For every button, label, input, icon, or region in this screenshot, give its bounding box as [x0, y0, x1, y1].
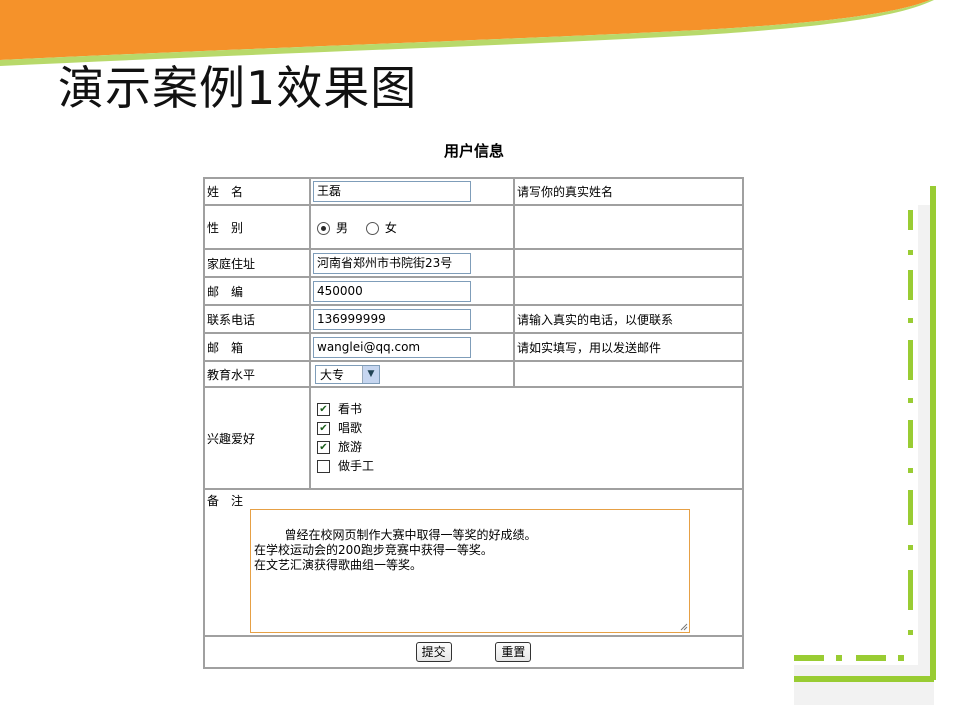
phone-input[interactable]: 136999999	[313, 308, 471, 330]
remarks-label: 备 注	[207, 494, 244, 508]
hint-cell: 请输入真实的电话，以便联系	[514, 305, 743, 333]
value-cell: 男 女	[310, 205, 514, 249]
table-row: 性 别 男 女	[204, 205, 743, 249]
label-cell: 兴趣爱好	[204, 387, 310, 489]
remarks-text: 曾经在校网页制作大赛中取得一等奖的好成绩。 在学校运动会的200跑步竞赛中获得一…	[254, 528, 537, 572]
value-cell: 450000	[310, 277, 514, 305]
list-item: ✔ 看书	[313, 400, 740, 419]
remarks-cell: 备 注 曾经在校网页制作大赛中取得一等奖的好成绩。 在学校运动会的200跑步竞赛…	[204, 489, 743, 636]
education-select[interactable]: 大专 ▼	[315, 364, 380, 384]
bottom-gray-panel	[794, 665, 934, 705]
label-cell: 家庭住址	[204, 249, 310, 277]
education-selected: 大专	[320, 367, 345, 382]
submit-button[interactable]: 提交	[415, 642, 452, 662]
hint-cell	[514, 361, 743, 387]
table-row: 提交 重置	[204, 636, 743, 668]
name-input[interactable]: 王磊	[313, 181, 471, 202]
zip-input[interactable]: 450000	[313, 280, 471, 302]
hobby-label: 唱歌	[338, 421, 363, 435]
table-row: 兴趣爱好 ✔ 看书 ✔ 唱歌 ✔ 旅游 做手工	[204, 387, 743, 489]
hobbies-cell: ✔ 看书 ✔ 唱歌 ✔ 旅游 做手工	[310, 387, 743, 489]
label-cell: 性 别	[204, 205, 310, 249]
hint-cell	[514, 277, 743, 305]
green-bar-right	[930, 186, 936, 680]
chevron-down-icon[interactable]: ▼	[362, 365, 379, 383]
user-info-form: 姓 名 王磊 请写你的真实姓名 性 别 男 女 家庭住址 河南省郑州市书院街23…	[203, 177, 744, 669]
hobby-handicraft-checkbox[interactable]	[317, 460, 330, 473]
hint-cell: 请如实填写，用以发送邮件	[514, 333, 743, 361]
gender-male-radio[interactable]	[317, 221, 330, 235]
table-row: 备 注 曾经在校网页制作大赛中取得一等奖的好成绩。 在学校运动会的200跑步竞赛…	[204, 489, 743, 636]
label-cell: 姓 名	[204, 178, 310, 205]
label-cell: 邮 编	[204, 277, 310, 305]
label-cell: 联系电话	[204, 305, 310, 333]
hobby-label: 旅游	[338, 440, 363, 454]
hobby-singing-checkbox[interactable]: ✔	[317, 422, 330, 435]
green-dashes-vertical	[908, 210, 913, 635]
list-item: ✔ 旅游	[313, 438, 740, 457]
hint-cell: 请写你的真实姓名	[514, 178, 743, 205]
form-caption: 用户信息	[443, 142, 504, 160]
value-cell: wanglei@qq.com	[310, 333, 514, 361]
label-cell: 邮 箱	[204, 333, 310, 361]
table-row: 姓 名 王磊 请写你的真实姓名	[204, 178, 743, 205]
hobby-label: 做手工	[338, 459, 375, 473]
remarks-textarea[interactable]: 曾经在校网页制作大赛中取得一等奖的好成绩。 在学校运动会的200跑步竞赛中获得一…	[250, 509, 690, 633]
value-cell: 136999999	[310, 305, 514, 333]
gender-female-radio[interactable]	[365, 221, 379, 235]
hint-cell	[514, 205, 743, 249]
orange-banner	[0, 0, 930, 60]
address-input[interactable]: 河南省郑州市书院街23号	[313, 252, 471, 274]
table-row: 教育水平 大专 ▼	[204, 361, 743, 387]
reset-button[interactable]: 重置	[495, 642, 532, 662]
list-item: 做手工	[313, 457, 740, 476]
value-cell: 河南省郑州市书院街23号	[310, 249, 514, 277]
hobby-label: 看书	[338, 402, 363, 416]
resize-handle-icon[interactable]	[680, 623, 688, 631]
gender-female-label: 女	[384, 220, 397, 235]
hint-cell	[514, 249, 743, 277]
list-item: ✔ 唱歌	[313, 419, 740, 438]
slide-title: 演示案例1效果图	[58, 61, 418, 115]
table-row: 邮 箱 wanglei@qq.com 请如实填写，用以发送邮件	[204, 333, 743, 361]
hobby-travel-checkbox[interactable]: ✔	[317, 441, 330, 454]
table-row: 联系电话 136999999 请输入真实的电话，以便联系	[204, 305, 743, 333]
hobby-reading-checkbox[interactable]: ✔	[317, 403, 330, 416]
value-cell: 大专 ▼	[310, 361, 514, 387]
table-row: 邮 编 450000	[204, 277, 743, 305]
value-cell: 王磊	[310, 178, 514, 205]
buttons-cell: 提交 重置	[204, 636, 743, 668]
email-input[interactable]: wanglei@qq.com	[313, 336, 471, 358]
gender-male-label: 男	[336, 220, 349, 235]
table-row: 家庭住址 河南省郑州市书院街23号	[204, 249, 743, 277]
label-cell: 教育水平	[204, 361, 310, 387]
